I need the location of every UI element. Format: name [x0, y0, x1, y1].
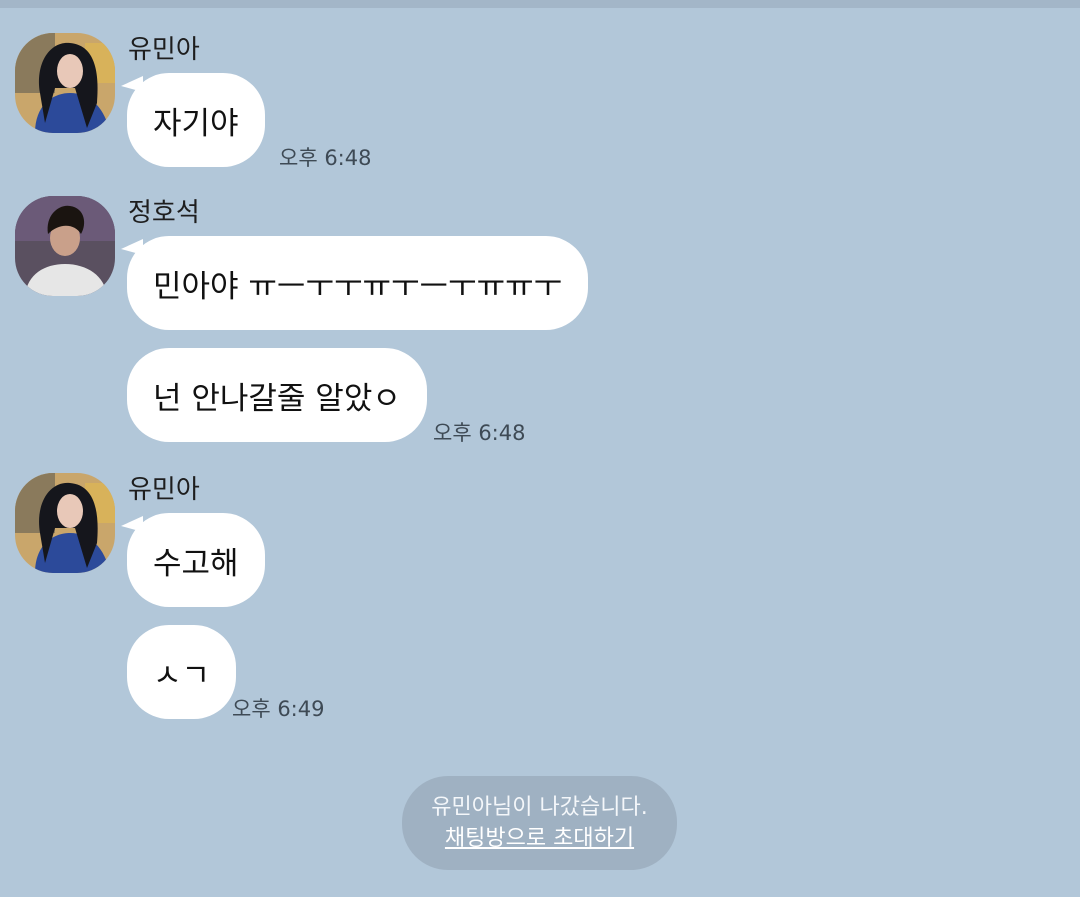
message-time: 오후 6:48 [279, 146, 372, 170]
message-bubble[interactable]: 수고해 [127, 513, 265, 607]
system-notice: 유민아님이 나갔습니다. 채팅방으로 초대하기 [402, 776, 677, 870]
top-bar [0, 0, 1080, 8]
invite-link[interactable]: 채팅방으로 초대하기 [402, 823, 677, 854]
message-bubble[interactable]: ㅅㄱ [127, 625, 237, 719]
profile-photo-icon [15, 473, 115, 573]
profile-photo-icon [15, 196, 115, 296]
message-bubble[interactable]: 넌 안나갈줄 알았ㅇ [127, 348, 427, 442]
message-time: 오후 6:49 [232, 697, 325, 721]
message-bubble[interactable]: 민아야 ㅠㅡㅜㅜㅠㅜㅡㅜㅠㅠㅜ [127, 236, 589, 330]
avatar-yumina[interactable] [15, 473, 115, 573]
profile-photo-icon [15, 33, 115, 133]
sender-name: 정호석 [128, 198, 200, 228]
avatar-yumina[interactable] [15, 33, 115, 133]
sender-name: 유민아 [128, 475, 200, 505]
avatar-jeonghoseok[interactable] [15, 196, 115, 296]
message-bubble[interactable]: 자기야 [127, 73, 265, 167]
notice-text: 유민아님이 나갔습니다. [431, 795, 648, 820]
sender-name: 유민아 [128, 35, 200, 65]
message-time: 오후 6:48 [433, 421, 526, 445]
